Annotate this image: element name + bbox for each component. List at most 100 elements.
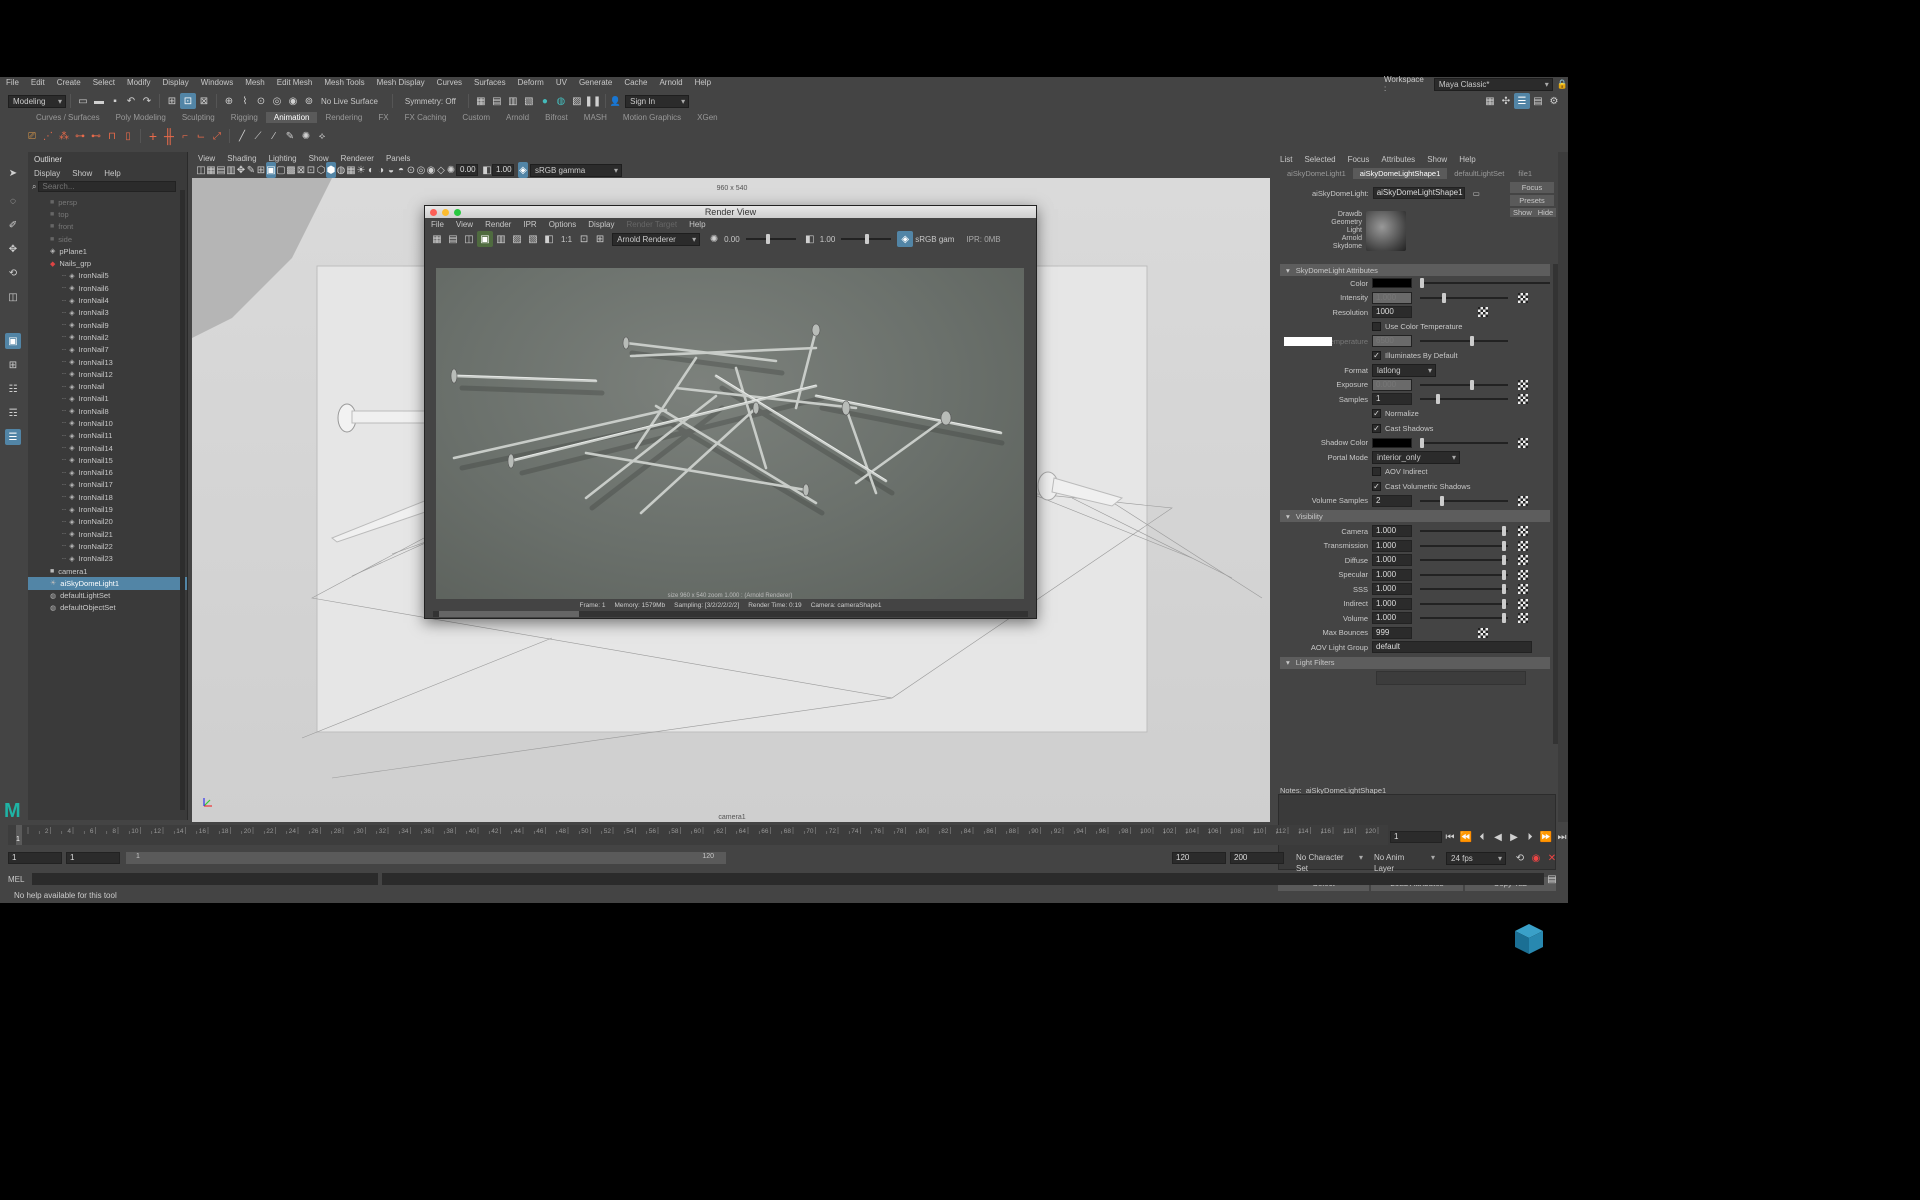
viewport-canvas[interactable]: 960 x 540 camera1 Render View File View Re… <box>192 178 1270 822</box>
slider-knob[interactable] <box>1502 540 1506 551</box>
attribute-slider[interactable] <box>1420 569 1508 580</box>
outliner-item[interactable]: ┄ ◈ IronNail13 <box>28 356 187 368</box>
checkbox-row[interactable]: ✓ Cast Shadows <box>1372 423 1433 433</box>
default-material-icon[interactable]: ◍ <box>336 162 346 178</box>
attribute-slider[interactable] <box>1420 495 1508 506</box>
live-surface-label[interactable]: No Live Surface <box>321 97 378 106</box>
checkbox-icon[interactable]: ✓ <box>1372 423 1381 433</box>
resolution-gate-icon[interactable]: ▢ <box>276 162 286 178</box>
script-editor-icon[interactable]: ▤ <box>1544 871 1560 887</box>
alpha-channel-icon[interactable]: ▧ <box>525 231 541 247</box>
shadows-icon[interactable]: ◐ <box>366 162 376 178</box>
menu-item[interactable]: Surfaces <box>474 78 506 87</box>
rv-exposure-value[interactable]: 0.00 <box>724 235 740 244</box>
film-gate-icon[interactable]: ▣ <box>266 162 276 178</box>
open-scene-icon[interactable]: ▬ <box>91 93 107 109</box>
outliner-item[interactable]: ┄ ◈ IronNail21 <box>28 528 187 540</box>
viewport-exposure-field[interactable]: 0.00 <box>456 164 478 176</box>
set-key-icon[interactable]: + <box>145 128 161 144</box>
step-forward-key-icon[interactable]: ⏩ <box>1538 829 1554 845</box>
outliner-item[interactable]: ┄ ◈ IronNail18 <box>28 491 187 503</box>
paint-select-icon[interactable]: ✐ <box>5 217 21 233</box>
color-swatch[interactable] <box>1372 278 1412 289</box>
ik-handle-icon[interactable]: ⋰ <box>40 128 56 144</box>
step-back-key-icon[interactable]: ⏪ <box>1458 829 1474 845</box>
checkbox-row[interactable]: ✓ Cast Volumetric Shadows <box>1372 481 1470 491</box>
snap-curve-icon[interactable]: ⌇ <box>237 93 253 109</box>
playback-start-field[interactable]: 1 <box>66 852 120 864</box>
outliner-item[interactable]: ■ front <box>28 221 187 233</box>
checkbox-icon[interactable]: ✓ <box>1372 481 1381 491</box>
temperature-swatch[interactable] <box>1284 336 1332 346</box>
motion-trail-icon[interactable]: ✺ <box>298 128 314 144</box>
outliner-item[interactable]: ◆ Nails_grp <box>28 257 187 269</box>
attribute-slider[interactable] <box>1420 379 1508 390</box>
render-settings-icon[interactable]: ▧ <box>521 93 537 109</box>
ipr-render-icon[interactable]: ▣ <box>477 231 493 247</box>
shelf-tab[interactable]: FX <box>370 112 396 123</box>
slider-knob[interactable] <box>1440 495 1444 506</box>
attribute-value-field[interactable]: 1.000 <box>1372 554 1412 567</box>
pencil-curve-icon[interactable]: ✎ <box>282 128 298 144</box>
ae-node-icon[interactable]: ▭ <box>1473 189 1480 198</box>
scrollbar-thumb[interactable] <box>439 611 579 617</box>
attribute-value-field[interactable]: 1.000 <box>1372 612 1412 625</box>
menu-item[interactable]: Arnold <box>659 78 682 87</box>
outliner-item[interactable]: ┄ ◈ IronNail2 <box>28 331 187 343</box>
outliner-item[interactable]: ☀ aiSkyDomeLight1 <box>28 577 187 590</box>
attribute-value-field[interactable]: 1 <box>1372 393 1412 406</box>
shelf-tab[interactable]: Animation <box>265 111 318 123</box>
attribute-value-field[interactable]: 1.000 <box>1372 583 1412 596</box>
outliner-menu-item[interactable]: Show <box>72 169 92 178</box>
shadow-color-swatch[interactable] <box>1372 437 1412 448</box>
ae-tab[interactable]: file1 <box>1511 168 1539 179</box>
2d-pan-icon[interactable]: ✥ <box>236 162 246 178</box>
mel-label[interactable]: MEL <box>8 875 32 884</box>
shelf-tab[interactable]: Rendering <box>317 112 370 123</box>
new-scene-icon[interactable]: ▭ <box>75 93 91 109</box>
map-button-icon[interactable] <box>1518 495 1528 506</box>
ae-tab[interactable]: aiSkyDomeLightShape1 <box>1352 167 1448 179</box>
render-image[interactable]: size 960 x 540 zoom 1.000 : (Arnold Rend… <box>436 268 1024 599</box>
ae-menu-item[interactable]: Attributes <box>1381 155 1415 164</box>
graph-layout-icon[interactable]: ☶ <box>5 405 21 421</box>
attribute-value-field[interactable]: 1.000 <box>1372 597 1412 610</box>
map-button-icon[interactable] <box>1518 569 1528 580</box>
outliner-item[interactable]: ┄ ◈ IronNail4 <box>28 294 187 306</box>
outliner-menu-item[interactable]: Help <box>104 169 120 178</box>
field-chart-icon[interactable]: ⊠ <box>296 162 306 178</box>
select-camera-icon[interactable]: ◫ <box>196 162 206 178</box>
textured-icon[interactable]: ▦ <box>346 162 356 178</box>
slider-knob[interactable] <box>1470 379 1474 390</box>
shelf-tab[interactable]: Sculpting <box>174 112 223 123</box>
ambient-occlusion-icon[interactable]: ◑ <box>376 162 386 178</box>
rv-gamma-slider[interactable] <box>841 234 892 244</box>
outliner-item[interactable]: ┄ ◈ IronNail22 <box>28 540 187 552</box>
ratio-label[interactable]: 1:1 <box>561 235 572 244</box>
attribute-slider[interactable] <box>1420 540 1508 551</box>
ipr-icon[interactable]: ▥ <box>505 93 521 109</box>
outliner-item[interactable]: ◈ pPlane1 <box>28 245 187 257</box>
outliner-item[interactable]: ■ top <box>28 208 187 220</box>
refresh-ipr-icon[interactable]: ▥ <box>493 231 509 247</box>
portal-mode-dropdown[interactable]: interior_only <box>1372 450 1460 464</box>
outliner-item[interactable]: ┄ ◈ IronNail6 <box>28 282 187 294</box>
shelf-tab[interactable]: Curves / Surfaces <box>28 112 108 123</box>
checkbox-icon[interactable] <box>1372 322 1381 332</box>
attribute-slider[interactable] <box>1420 278 1550 289</box>
rv-exposure-icon[interactable]: ✺ <box>706 231 722 247</box>
shelf-tab[interactable]: FX Caching <box>397 112 455 123</box>
attribute-value-field[interactable]: 0.000 <box>1372 378 1412 391</box>
render-view-menu-item[interactable]: Options <box>549 220 577 229</box>
map-button-icon[interactable] <box>1518 540 1528 551</box>
attribute-value-field[interactable]: 1.000 <box>1372 525 1412 538</box>
outliner-scrollbar[interactable] <box>180 190 185 810</box>
render-view-titlebar[interactable]: Render View <box>425 206 1036 218</box>
format-dropdown[interactable]: latlong <box>1372 363 1436 377</box>
outliner-item[interactable]: ■ persp <box>28 196 187 208</box>
select-tool-icon[interactable]: ➤ <box>5 165 21 181</box>
menu-item[interactable]: Mesh Tools <box>324 78 364 87</box>
use-lights-icon[interactable]: ☀ <box>356 162 366 178</box>
anim-layer-dropdown[interactable]: No Anim Layer <box>1370 852 1438 873</box>
select-component-icon[interactable]: ⊠ <box>196 93 212 109</box>
